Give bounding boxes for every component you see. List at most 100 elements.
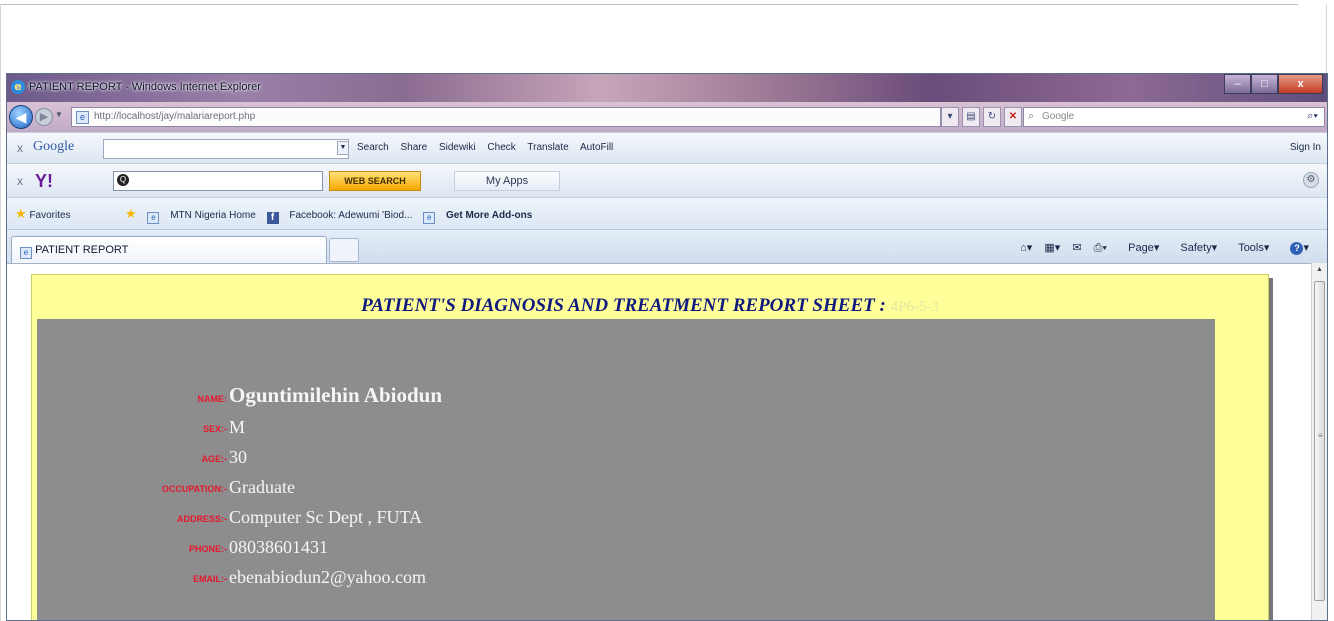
report-title: PATIENT'S DIAGNOSIS AND TREATMENT REPORT… <box>32 295 1268 317</box>
feeds-icon[interactable]: ▦▾ <box>1044 242 1060 254</box>
field-phone: PHONE:- 08038601431 <box>37 533 737 559</box>
field-label: EMAIL:- <box>193 574 227 584</box>
favorites-bar: ★ Favorites ★ e MTN Nigeria Home f Faceb… <box>7 197 1327 229</box>
field-email: EMAIL:- ebenabiodun2@yahoo.com <box>37 563 737 589</box>
page-icon: e <box>20 247 32 259</box>
close-toolbar-icon[interactable]: x <box>17 174 23 188</box>
help-menu[interactable]: ? ▾ <box>1281 242 1309 255</box>
close-toolbar-icon[interactable]: x <box>17 141 23 155</box>
page-menu[interactable]: Page▾ <box>1119 242 1159 254</box>
minimize-button[interactable]: – <box>1224 74 1251 94</box>
stop-button[interactable]: ✕ <box>1004 107 1022 127</box>
report-title-text: PATIENT'S DIAGNOSIS AND TREATMENT REPORT… <box>361 295 875 316</box>
window-controls: – □ x <box>1224 74 1323 94</box>
title-bar: e PATIENT REPORT - Windows Internet Expl… <box>7 74 1327 102</box>
google-check-button[interactable]: Check <box>487 142 515 153</box>
vertical-scrollbar[interactable]: ▲ ≡ <box>1311 263 1327 620</box>
recent-pages-dropdown[interactable]: ▼ <box>55 110 63 119</box>
google-translate-button[interactable]: Translate <box>527 142 568 153</box>
address-url[interactable]: http://localhost/jay/malariareport.php <box>94 111 255 122</box>
favorites-button[interactable]: ★ Favorites <box>15 206 71 222</box>
report-body: NAME: Oguntimilehin Abiodun SEX:- M AGE:… <box>37 319 1215 620</box>
field-value: ebenabiodun2@yahoo.com <box>229 567 427 587</box>
field-value: Computer Sc Dept , FUTA <box>229 507 423 527</box>
field-label: NAME: <box>197 394 228 404</box>
report-id: 4P6-5-3 <box>890 299 939 315</box>
favorite-link-mtn[interactable]: MTN Nigeria Home <box>170 210 256 221</box>
new-tab-button[interactable] <box>329 238 359 262</box>
google-share-button[interactable]: Share <box>400 142 427 153</box>
screenshot-border-top <box>0 4 1298 5</box>
screenshot-border-left <box>0 4 1 621</box>
browser-window: e PATIENT REPORT - Windows Internet Expl… <box>6 73 1328 621</box>
close-button[interactable]: x <box>1278 74 1323 94</box>
google-sign-in[interactable]: Sign In <box>1290 142 1321 153</box>
scrollbar-thumb[interactable]: ≡ <box>1314 281 1325 601</box>
field-value: Oguntimilehin Abiodun <box>229 383 443 407</box>
favorite-link-facebook[interactable]: Facebook: Adewumi 'Biod... <box>289 210 412 221</box>
favorites-links: ★ e MTN Nigeria Home f Facebook: Adewumi… <box>125 206 532 224</box>
forward-button[interactable]: ▶ <box>35 108 53 126</box>
help-icon: ? <box>1290 242 1304 255</box>
address-bar[interactable]: e http://localhost/jay/malariareport.php <box>71 107 941 127</box>
search-box[interactable]: ⌕ Google ⌕▾ <box>1023 107 1325 127</box>
my-apps-button[interactable]: My Apps <box>454 171 560 191</box>
gear-icon[interactable]: ⚙ <box>1303 172 1319 188</box>
search-provider-icon: ⌕ <box>1028 110 1035 122</box>
search-icon[interactable]: ⌕▾ <box>1307 110 1318 123</box>
page-content: PATIENT'S DIAGNOSIS AND TREATMENT REPORT… <box>7 263 1311 620</box>
field-occupation: OCCUPATION:- Graduate <box>37 473 737 499</box>
google-logo: Google <box>33 139 75 154</box>
safety-menu[interactable]: Safety▾ <box>1171 242 1217 254</box>
yahoo-search-input[interactable]: Q <box>113 171 323 191</box>
window-title: PATIENT REPORT - Windows Internet Explor… <box>29 81 261 93</box>
tab-label: PATIENT REPORT <box>35 244 129 256</box>
page-icon: e <box>423 212 436 224</box>
google-search-dropdown[interactable]: ▼ <box>337 141 349 155</box>
field-value: 30 <box>229 447 247 467</box>
google-toolbar: x Google ▼ Search Share Sidewiki Check T… <box>7 132 1327 163</box>
google-search-input[interactable] <box>103 139 349 159</box>
web-search-button[interactable]: WEB SEARCH <box>329 171 421 191</box>
field-label: AGE:- <box>201 454 228 464</box>
favorite-link-addons[interactable]: Get More Add-ons <box>446 210 532 221</box>
back-button[interactable]: ◀ <box>9 105 33 129</box>
address-dropdown-button[interactable]: ▾ <box>941 107 959 127</box>
search-icon: Q <box>117 174 129 186</box>
yahoo-toolbar: x Y! Q WEB SEARCH My Apps ⚙ <box>7 163 1327 197</box>
yahoo-logo[interactable]: Y! <box>35 171 53 192</box>
page-icon: e <box>147 212 160 224</box>
refresh-button[interactable]: ↻ <box>983 107 1001 127</box>
report-sheet: PATIENT'S DIAGNOSIS AND TREATMENT REPORT… <box>31 274 1269 620</box>
google-autofill-button[interactable]: AutoFill <box>580 142 613 153</box>
tab-patient-report[interactable]: e PATIENT REPORT <box>11 236 327 264</box>
tools-menu[interactable]: Tools▾ <box>1229 242 1269 254</box>
google-search-button[interactable]: Search <box>357 142 389 153</box>
field-value: M <box>229 417 246 437</box>
field-label: OCCUPATION:- <box>161 484 227 494</box>
star-icon: ★ <box>15 206 27 221</box>
scroll-up-icon[interactable]: ▲ <box>1314 266 1325 277</box>
add-favorite-icon[interactable]: ★ <box>125 206 137 221</box>
field-sex: SEX:- M <box>37 413 737 439</box>
home-icon[interactable]: ⌂▾ <box>1020 242 1032 254</box>
maximize-button[interactable]: □ <box>1251 74 1278 94</box>
field-value: 08038601431 <box>229 537 328 557</box>
field-label: ADDRESS:- <box>176 514 227 524</box>
navigation-bar: ◀ ▶ ▼ e http://localhost/jay/malariarepo… <box>7 102 1327 132</box>
ie-logo-icon: e <box>11 80 25 94</box>
google-toolbar-items: Search Share Sidewiki Check Translate Au… <box>357 142 622 153</box>
field-label: PHONE:- <box>189 544 227 554</box>
address-buttons: ▾ ▤ ↻ ✕ <box>941 107 1022 127</box>
print-icon[interactable]: ⎙▾ <box>1094 242 1107 254</box>
field-age: AGE:- 30 <box>37 443 737 469</box>
field-value: Graduate <box>229 477 295 497</box>
report-title-separator: : <box>879 295 886 316</box>
field-address: ADDRESS:- Computer Sc Dept , FUTA <box>37 503 737 529</box>
command-bar: ⌂▾ ▦▾ ✉ ⎙▾ Page▾ Safety▾ Tools▾ ? ▾ <box>1011 241 1309 255</box>
google-sidewiki-button[interactable]: Sidewiki <box>439 142 476 153</box>
search-placeholder: Google <box>1042 111 1075 122</box>
compatibility-view-icon[interactable]: ▤ <box>962 107 980 127</box>
mail-icon[interactable]: ✉ <box>1072 242 1081 254</box>
grip-icon: ≡ <box>1318 431 1323 440</box>
